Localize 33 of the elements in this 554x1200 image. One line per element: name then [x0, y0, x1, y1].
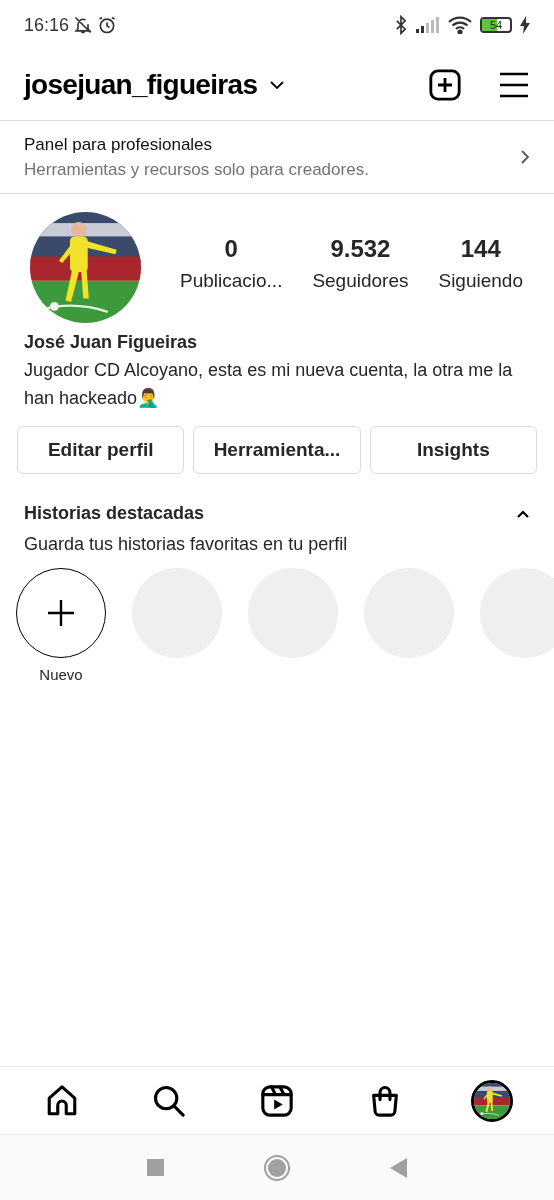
stat-count[interactable]: 144 [460, 231, 501, 268]
chevron-up-icon[interactable] [516, 508, 530, 519]
profile-tab-avatar[interactable] [471, 1079, 514, 1122]
pro-panel-title: Panel para profesionales [24, 133, 214, 156]
stat-label[interactable]: Publicacio... [179, 267, 283, 296]
profile-action-button[interactable]: Insights [369, 426, 537, 474]
highlight-label: Nuevo [39, 665, 83, 685]
highlights-title: Historias destacadas [24, 502, 206, 525]
bluetooth-icon [394, 15, 408, 35]
stat-label[interactable]: Seguidores [312, 267, 409, 296]
highlights-subtitle: Guarda tus historias favoritas en tu perfil [23, 533, 349, 556]
profile-action-button[interactable]: Herramienta... [193, 426, 361, 474]
plus-icon [47, 599, 75, 627]
profile-name: José Juan Figueiras [24, 331, 199, 354]
stat-label[interactable]: Siguiendo [438, 267, 523, 296]
chevron-down-icon[interactable] [269, 80, 286, 90]
search-icon [152, 1083, 187, 1118]
add-icon[interactable] [428, 68, 462, 102]
stat-count[interactable]: 0 [224, 231, 238, 268]
profile-bio: Jugador CD Alcoyano, esta es mi nueva cuenta, la otra me la han hackeado🤦‍♂ [24, 359, 514, 410]
alarm-icon [97, 15, 118, 35]
menu-icon[interactable] [498, 71, 530, 99]
reels-icon [260, 1083, 294, 1118]
username-title[interactable]: josejuan_figueiras [24, 64, 258, 106]
pro-panel-subtitle: Herramientas y recursos solo para creadores. [24, 159, 370, 181]
wifi-icon [448, 16, 472, 34]
pro-panel[interactable]: Panel para profesionales Herramientas y recursos solo para creadores. [0, 120, 554, 194]
status-time: 16:16 [24, 13, 70, 37]
stat-count[interactable]: 9.532 [330, 231, 391, 268]
chevron-right-icon [520, 149, 530, 165]
muted-bell-icon [73, 15, 94, 35]
signal-icon [416, 17, 440, 33]
profile-action-button[interactable]: Editar perfil [17, 426, 185, 474]
